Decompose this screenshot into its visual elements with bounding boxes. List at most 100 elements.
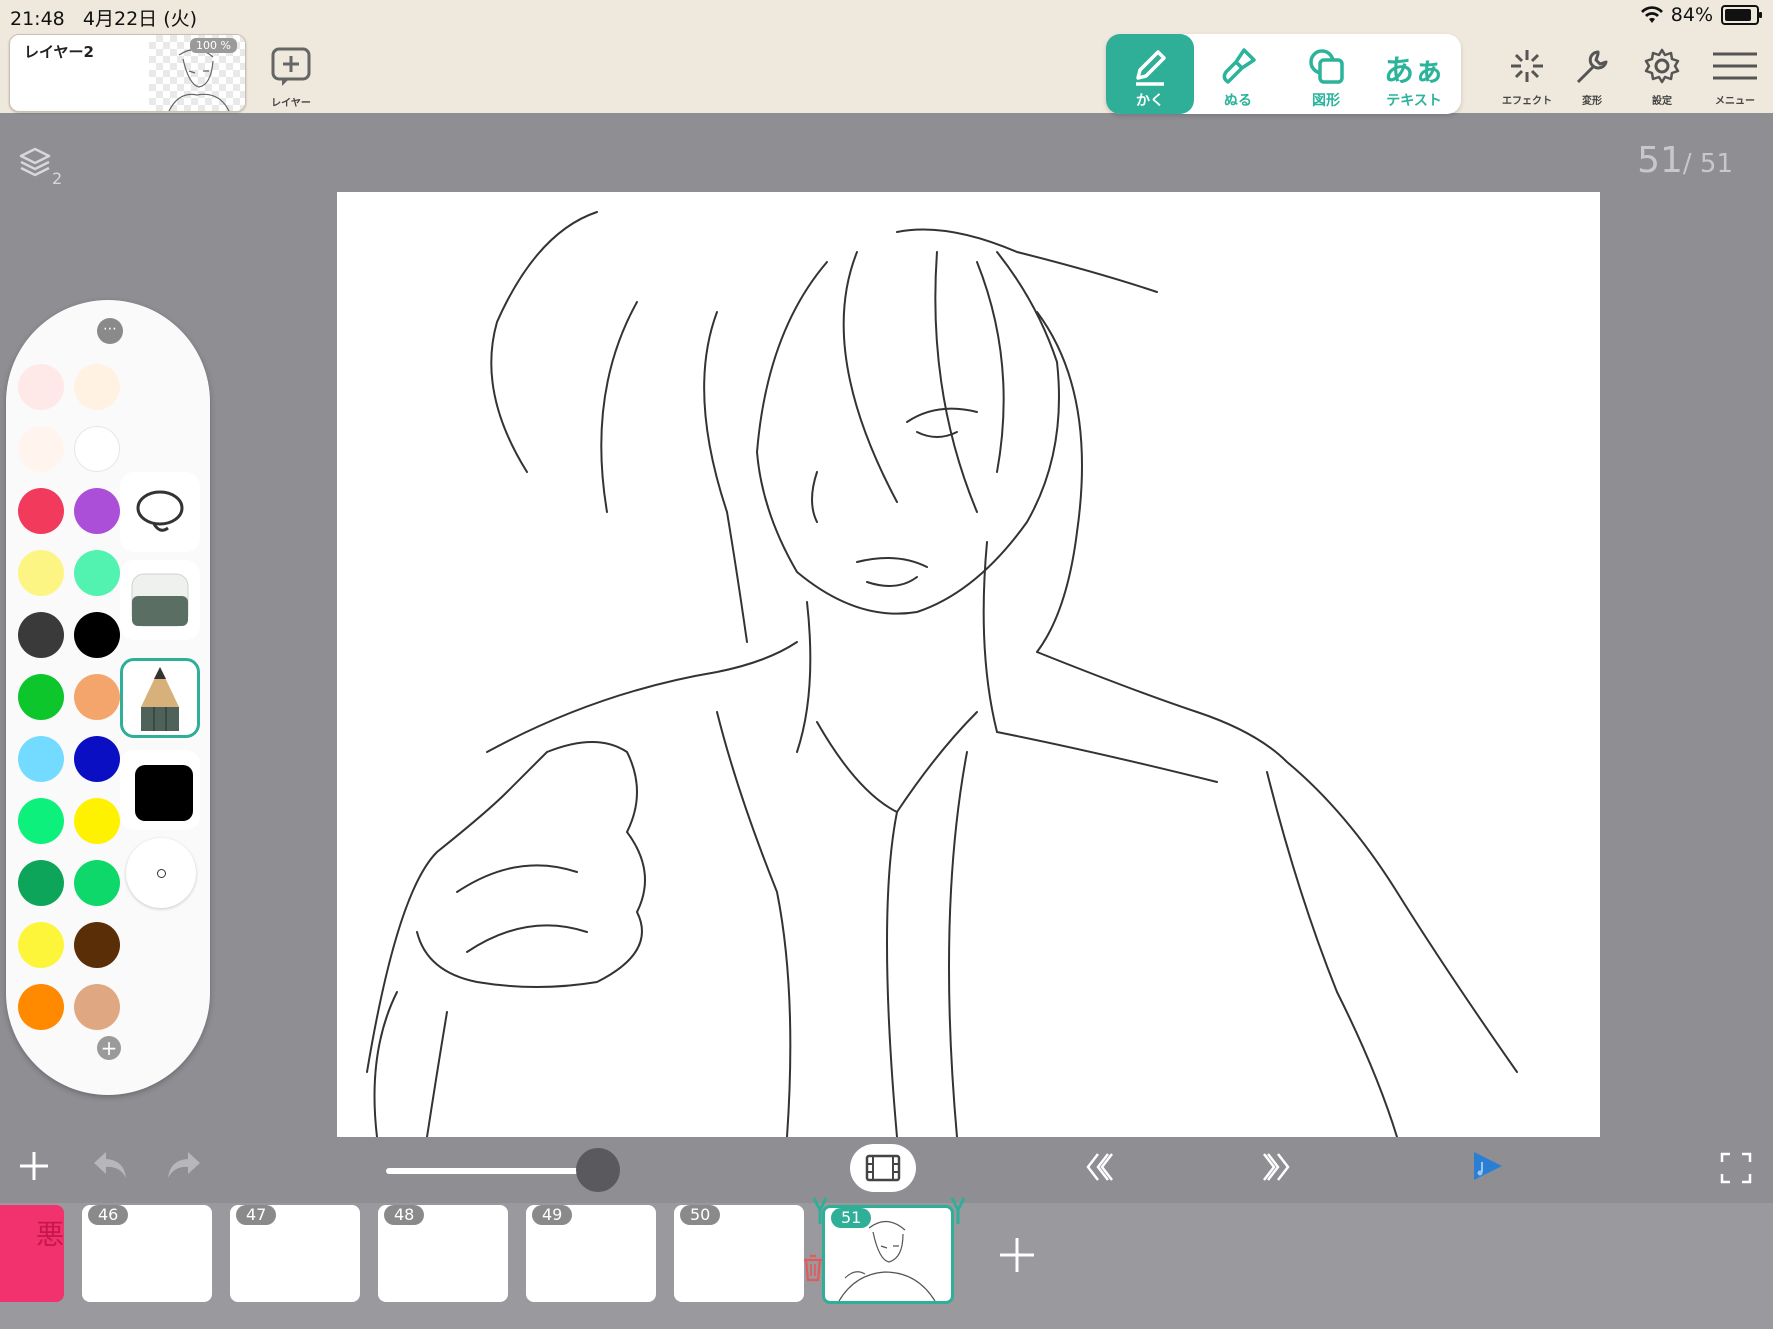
add-frame-button[interactable]: [998, 1236, 1036, 1278]
eraser-tool-button[interactable]: [120, 560, 200, 640]
color-swatch[interactable]: [18, 488, 64, 534]
film-icon: [865, 1154, 901, 1182]
color-swatch[interactable]: [18, 612, 64, 658]
magic-sparkle-icon: [1511, 50, 1543, 82]
brush-size-button[interactable]: [126, 838, 196, 908]
mode-draw-button[interactable]: かく: [1106, 34, 1194, 114]
frame-45-partial[interactable]: 悪: [0, 1205, 64, 1302]
layer-name: レイヤー2: [24, 43, 94, 61]
undo-button[interactable]: [90, 1148, 130, 1186]
hamburger-icon: [1713, 52, 1757, 80]
transform-label: 変形: [1582, 96, 1602, 107]
undo-icon: [94, 1152, 126, 1178]
frame-counter: 51/ 51: [1637, 140, 1733, 181]
frame-total: / 51: [1682, 149, 1733, 179]
frame-50[interactable]: 50: [674, 1205, 804, 1302]
mode-switcher: かく ぬる 図形 あぁ テキスト: [1106, 34, 1461, 114]
next-frame-button[interactable]: [1258, 1150, 1294, 1188]
color-swatch[interactable]: [74, 550, 120, 596]
double-chevron-right-icon: [1263, 1153, 1290, 1181]
battery-icon: [1721, 5, 1762, 25]
mode-draw-label: かく: [1136, 93, 1164, 109]
current-layer-card[interactable]: レイヤー2 100 %: [9, 34, 246, 112]
color-swatch[interactable]: [18, 364, 64, 410]
menu-label: メニュー: [1715, 96, 1755, 107]
frame-51[interactable]: 51: [822, 1205, 954, 1304]
status-time: 21:48 4月22日 (火): [10, 4, 197, 31]
current-color-button[interactable]: [120, 750, 200, 830]
frame-current: 51: [1637, 140, 1683, 181]
mode-fill-label: ぬる: [1224, 93, 1252, 109]
color-swatch[interactable]: [74, 674, 120, 720]
speed-slider[interactable]: [386, 1148, 620, 1192]
mode-text-button[interactable]: あぁ テキスト: [1370, 34, 1458, 114]
wifi-icon: [1640, 6, 1663, 23]
color-swatch[interactable]: [74, 488, 120, 534]
palette-more-button[interactable]: ⋯: [97, 318, 123, 344]
lasso-icon: [136, 490, 184, 532]
color-swatch[interactable]: [74, 364, 120, 410]
prev-frame-button[interactable]: [1082, 1150, 1118, 1188]
color-swatch[interactable]: [18, 922, 64, 968]
color-swatch[interactable]: [74, 798, 120, 844]
redo-button[interactable]: [164, 1148, 204, 1186]
add-layer-icon: [271, 47, 311, 86]
status-clock: 21:48: [10, 8, 65, 30]
color-swatch[interactable]: [18, 550, 64, 596]
gear-icon: [1644, 48, 1680, 84]
menu-button[interactable]: メニュー: [1707, 46, 1763, 107]
color-swatch[interactable]: [74, 426, 120, 472]
frame-48[interactable]: 48: [378, 1205, 508, 1302]
frame-number: 46: [88, 1205, 129, 1225]
layer-opacity-badge: 100 %: [190, 38, 237, 53]
speed-slider-thumb[interactable]: [576, 1148, 620, 1192]
frame-47[interactable]: 47: [230, 1205, 360, 1302]
fullscreen-button[interactable]: [1720, 1152, 1752, 1188]
current-color-swatch: [135, 765, 193, 821]
battery-percent: 84%: [1670, 4, 1713, 26]
color-swatch[interactable]: [74, 922, 120, 968]
play-button[interactable]: [1470, 1148, 1506, 1188]
frame-49[interactable]: 49: [526, 1205, 656, 1302]
lasso-tool-button[interactable]: [120, 472, 200, 552]
trash-icon: [804, 1254, 822, 1282]
color-swatch[interactable]: [74, 612, 120, 658]
transform-button[interactable]: 変形: [1567, 46, 1617, 107]
drawing-canvas[interactable]: [337, 192, 1600, 1137]
color-swatch[interactable]: [74, 736, 120, 782]
layers-stack-icon: [19, 147, 51, 177]
effect-button[interactable]: エフェクト: [1497, 46, 1557, 107]
delete-frame-button[interactable]: [802, 1254, 824, 1286]
double-chevron-left-icon: [1086, 1153, 1113, 1181]
shape-icon: [1309, 49, 1344, 84]
add-frame-top-button[interactable]: [16, 1148, 52, 1188]
mode-shape-button[interactable]: 図形: [1282, 34, 1370, 114]
play-music-icon: [1474, 1152, 1502, 1180]
color-swatch[interactable]: [74, 860, 120, 906]
wrench-icon: [1576, 50, 1608, 84]
pencil-tool-icon: [141, 667, 179, 731]
color-swatch[interactable]: [18, 860, 64, 906]
frame-46[interactable]: 46: [82, 1205, 212, 1302]
fullscreen-icon: [1720, 1152, 1752, 1184]
mode-fill-button[interactable]: ぬる: [1194, 34, 1282, 114]
pencil-tool-button[interactable]: [120, 658, 200, 738]
brush-size-dot: [157, 869, 166, 878]
brush-icon: [1222, 48, 1256, 84]
color-swatch[interactable]: [18, 736, 64, 782]
trim-handle-icon: [950, 1197, 966, 1224]
color-swatch[interactable]: [18, 426, 64, 472]
add-color-button[interactable]: +: [97, 1036, 121, 1060]
effect-label: エフェクト: [1502, 96, 1552, 107]
add-layer-button[interactable]: レイヤー: [266, 46, 316, 109]
layer-count-indicator[interactable]: 2: [18, 145, 62, 188]
color-swatch[interactable]: [74, 984, 120, 1030]
color-swatch[interactable]: [18, 984, 64, 1030]
film-toggle-button[interactable]: [850, 1144, 916, 1192]
add-layer-label: レイヤー: [271, 98, 311, 109]
color-palette: ⋯ +: [6, 300, 210, 1095]
color-swatch[interactable]: [18, 798, 64, 844]
settings-button[interactable]: 設定: [1637, 46, 1687, 107]
frame-trim-right-handle[interactable]: [950, 1196, 966, 1230]
color-swatch[interactable]: [18, 674, 64, 720]
